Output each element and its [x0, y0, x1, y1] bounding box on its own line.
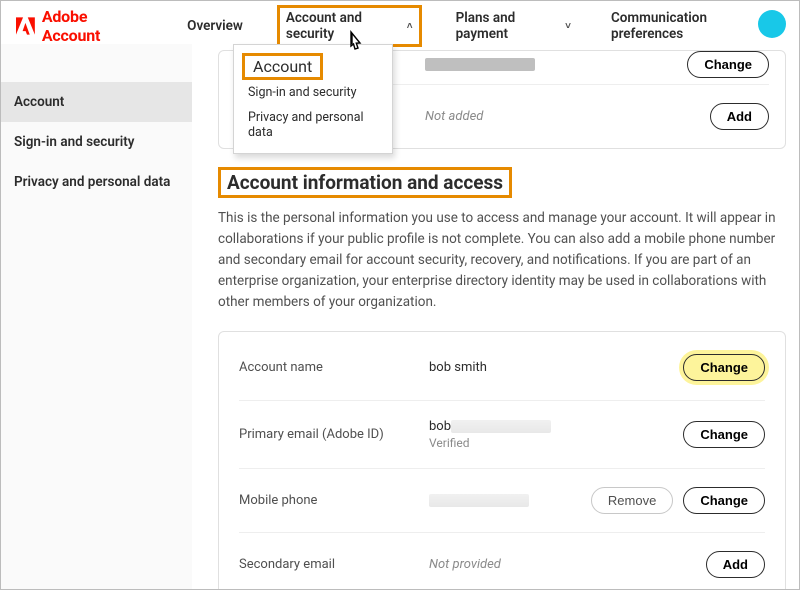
value-primary-email: bob Verified: [429, 419, 683, 450]
primary-email-prefix: bob: [429, 419, 451, 434]
redacted-phone: [429, 494, 529, 507]
change-button[interactable]: Change: [687, 51, 769, 78]
nav-plans-label: Plans and payment: [456, 10, 562, 42]
primary-email-status: Verified: [429, 436, 683, 450]
redacted-email: [451, 420, 551, 433]
row-value-not-added: Not added: [425, 109, 710, 124]
sidebar: Account Sign-in and security Privacy and…: [0, 44, 192, 590]
row-primary-email: Primary email (Adobe ID) bob Verified Ch…: [239, 400, 765, 468]
account-security-dropdown: Account Sign-in and security Privacy and…: [233, 44, 393, 154]
redacted-value: [425, 58, 535, 71]
value-account-name: bob smith: [429, 360, 683, 375]
label-account-name: Account name: [239, 360, 429, 375]
brand-text: Adobe Account: [42, 7, 143, 45]
value-mobile-phone: [429, 493, 591, 508]
nav-overview[interactable]: Overview: [181, 14, 249, 38]
cursor-pointer-icon: [344, 30, 368, 58]
sidebar-item-privacy[interactable]: Privacy and personal data: [0, 162, 192, 202]
chevron-down-icon: ˅: [565, 21, 571, 32]
sidebar-item-account[interactable]: Account: [0, 82, 192, 122]
section-description: This is the personal information you use…: [218, 208, 786, 313]
sidebar-item-signin[interactable]: Sign-in and security: [0, 122, 192, 162]
change-account-name-button[interactable]: Change: [683, 354, 765, 381]
chevron-up-icon: ˄: [407, 21, 413, 32]
label-secondary-email: Secondary email: [239, 557, 429, 572]
change-mobile-button[interactable]: Change: [683, 487, 765, 514]
section-title: Account information and access: [227, 171, 503, 194]
nav-plans[interactable]: Plans and payment ˅: [450, 6, 577, 46]
nav-communication[interactable]: Communication preferences ˅: [605, 6, 784, 46]
dropdown-item-signin[interactable]: Sign-in and security: [234, 80, 392, 105]
change-primary-email-button[interactable]: Change: [683, 421, 765, 448]
label-mobile-phone: Mobile phone: [239, 493, 429, 508]
add-button[interactable]: Add: [710, 103, 769, 130]
dropdown-item-account[interactable]: Account: [234, 53, 392, 80]
row-account-name: Account name bob smith Change: [239, 336, 765, 400]
row-secondary-email: Secondary email Not provided Add: [239, 532, 765, 590]
dropdown-item-account-label: Account: [242, 53, 323, 80]
top-nav: Overview Account and security ˄ Plans an…: [181, 5, 784, 47]
row-mobile-phone: Mobile phone Remove Change: [239, 468, 765, 532]
add-secondary-email-button[interactable]: Add: [706, 551, 765, 578]
adobe-logo-icon: [16, 17, 35, 35]
label-primary-email: Primary email (Adobe ID): [239, 427, 429, 442]
brand[interactable]: Adobe Account: [16, 7, 143, 45]
remove-mobile-button[interactable]: Remove: [591, 487, 673, 514]
account-info-card: Account name bob smith Change Primary em…: [218, 331, 786, 590]
top-header: Adobe Account Overview Account and secur…: [0, 0, 800, 44]
value-secondary-email: Not provided: [429, 557, 706, 572]
section-title-highlight: Account information and access: [218, 167, 512, 198]
nav-communication-label: Communication preferences: [611, 10, 768, 42]
dropdown-item-privacy[interactable]: Privacy and personal data: [234, 105, 392, 145]
avatar[interactable]: [758, 10, 786, 38]
